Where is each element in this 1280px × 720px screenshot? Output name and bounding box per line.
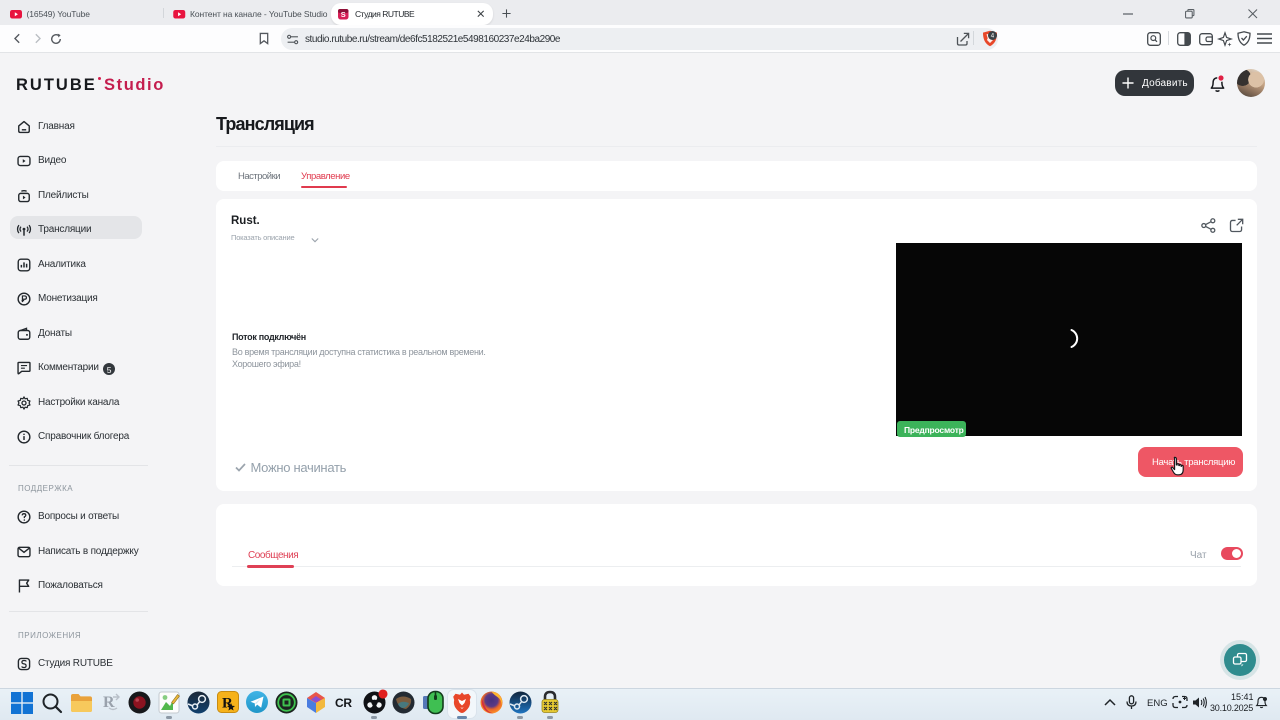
svg-text:4: 4 [991, 33, 995, 40]
svg-text:S: S [341, 10, 346, 19]
